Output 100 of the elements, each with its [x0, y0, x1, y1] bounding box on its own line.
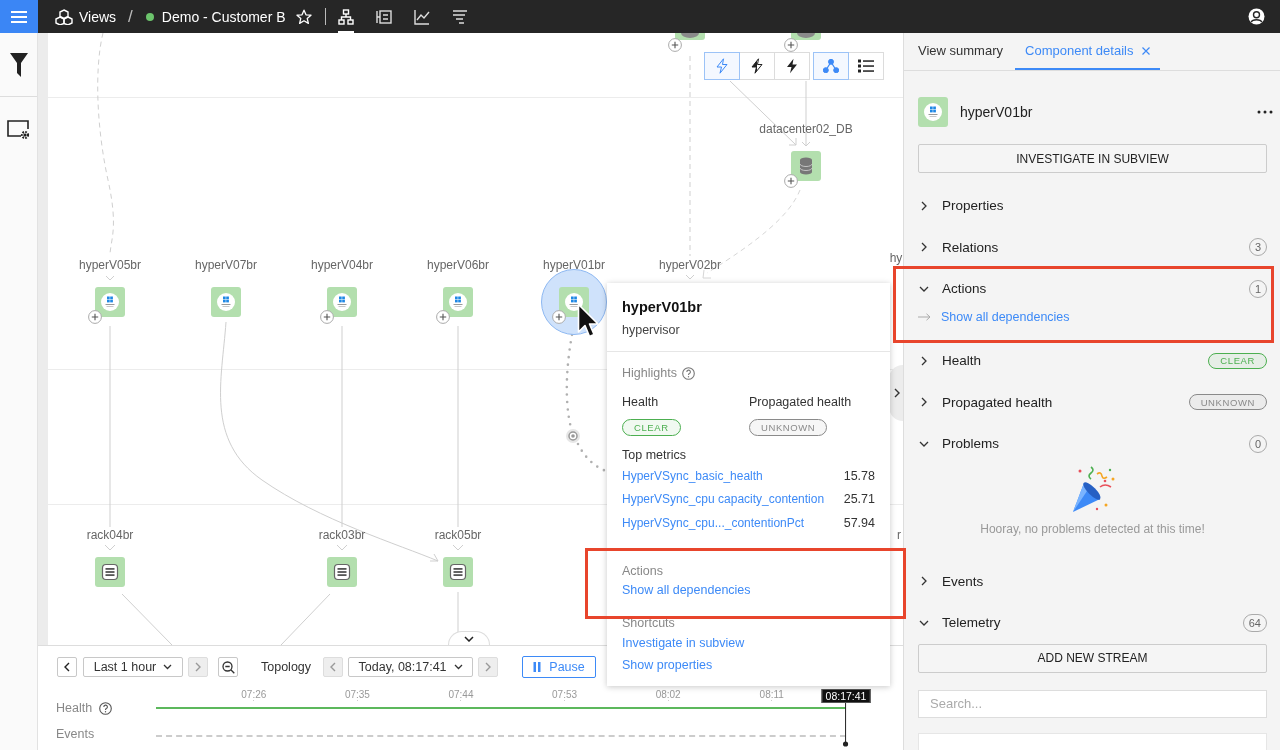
- time-dropdown[interactable]: Today, 08:17:41: [348, 657, 474, 677]
- node-label: hyperV07br: [195, 257, 257, 273]
- collapse-tab[interactable]: [448, 631, 490, 645]
- status-chip: CLEAR: [622, 419, 681, 436]
- list-button[interactable]: [848, 52, 884, 80]
- database-node[interactable]: [791, 151, 821, 181]
- node-label: hyperV02br: [659, 257, 721, 273]
- four-pane-logo-icon: [449, 293, 467, 311]
- section-heading: Actions: [622, 562, 664, 579]
- section-heading: Shortcuts: [622, 614, 676, 631]
- metric-value: 57.94: [843, 515, 875, 530]
- section-header[interactable]: Events: [918, 560, 1267, 602]
- node-label: hyperV05br: [79, 257, 141, 273]
- popup-title: hyperV01br: [622, 298, 703, 316]
- more-options-icon[interactable]: [1257, 110, 1273, 114]
- shortcut-link[interactable]: Show properties: [622, 654, 713, 675]
- database-node[interactable]: [791, 33, 821, 40]
- metric-link[interactable]: HyperVSync_cpu capacity_contention: [622, 492, 825, 507]
- zoom-out-button[interactable]: [218, 657, 238, 677]
- lightning-icon: [750, 58, 764, 74]
- current-time-label: 08:17:41: [821, 689, 871, 703]
- shortcut-link[interactable]: Investigate in subview: [622, 632, 745, 653]
- menu-button[interactable]: [0, 0, 38, 33]
- axis-tick-label: 07:35: [344, 689, 370, 700]
- pause-icon: [533, 662, 542, 672]
- row-label: Health: [56, 701, 93, 715]
- action-link[interactable]: Show all dependencies: [622, 580, 751, 599]
- node-label: hyperV01br: [543, 257, 605, 273]
- bolt-half-button[interactable]: [739, 52, 775, 80]
- hypervisor-node[interactable]: [95, 287, 125, 317]
- metric-value: 15.78: [843, 468, 875, 483]
- axis-tick-label: 08:11: [759, 689, 784, 700]
- help-icon[interactable]: [99, 701, 113, 715]
- plus-icon[interactable]: [784, 174, 798, 188]
- database-node[interactable]: [675, 33, 705, 40]
- line-chart-icon: [413, 8, 430, 25]
- four-pane-logo-icon: [924, 103, 942, 121]
- rack-node[interactable]: [95, 557, 125, 587]
- component-name: hyperV01br: [960, 104, 1033, 120]
- section-header[interactable]: Health CLEAR: [918, 340, 1267, 382]
- plus-icon[interactable]: [436, 310, 450, 324]
- section-header[interactable]: Propagated health UNKNOWN: [918, 381, 1267, 423]
- list-icon: [858, 59, 874, 73]
- axis-tick-label: 07:26: [241, 689, 267, 700]
- plus-icon[interactable]: [552, 310, 566, 324]
- help-icon[interactable]: [681, 366, 695, 380]
- node-label: hy: [889, 250, 903, 266]
- hypervisor-node[interactable]: [211, 287, 241, 317]
- view-title: Demo - Customer B: [161, 8, 286, 25]
- views-link[interactable]: Views: [55, 8, 117, 25]
- investigate-button[interactable]: INVESTIGATE IN SUBVIEW: [918, 144, 1267, 173]
- plus-icon[interactable]: [320, 310, 334, 324]
- cubes-icon: [55, 8, 73, 25]
- hierarchy-icon: [337, 8, 354, 25]
- pause-button[interactable]: Pause: [522, 656, 597, 678]
- previous-range-button[interactable]: [57, 657, 77, 677]
- metric-link[interactable]: HyperVSync_cpu..._contentionPct: [622, 515, 805, 530]
- status-chip: UNKNOWN: [749, 419, 828, 436]
- rack-node[interactable]: [443, 557, 473, 587]
- bolt-solid-button[interactable]: [774, 52, 810, 80]
- metric-link[interactable]: HyperVSync_basic_health: [622, 468, 763, 483]
- node-label: rack05br: [434, 527, 482, 543]
- filter-icon[interactable]: [9, 52, 28, 77]
- section-header[interactable]: Relations 3: [918, 226, 1267, 268]
- node-label: r: [897, 527, 901, 543]
- ring-icon: [566, 429, 580, 443]
- section-header[interactable]: Problems 0: [918, 423, 1267, 465]
- node-label: rack03br: [318, 527, 366, 543]
- plus-icon[interactable]: [88, 310, 102, 324]
- axis-tick-label: 08:02: [655, 689, 681, 700]
- add-stream-button[interactable]: ADD NEW STREAM: [918, 643, 1267, 673]
- chevron-left-icon: [330, 662, 337, 672]
- star-icon[interactable]: [295, 8, 312, 25]
- connector-line: [280, 593, 331, 645]
- status-chip: CLEAR: [1208, 352, 1267, 369]
- chevron-right-icon: [919, 200, 929, 211]
- menu-icon: [11, 10, 27, 23]
- monitor-gear-icon[interactable]: [7, 120, 30, 140]
- hypervisor-node[interactable]: [443, 287, 473, 317]
- panel-tab[interactable]: View summary: [908, 33, 1013, 70]
- section-header[interactable]: Actions 1: [918, 268, 1267, 310]
- chevron-right-icon: [919, 397, 929, 408]
- hypervisor-node[interactable]: [327, 287, 357, 317]
- graph-nodes-icon: [823, 59, 839, 73]
- server-rack-icon: [333, 563, 351, 581]
- section-header[interactable]: Properties: [918, 185, 1267, 227]
- search-field[interactable]: Search...: [918, 689, 1267, 718]
- user-avatar-icon[interactable]: [1248, 8, 1265, 25]
- rack-node[interactable]: [327, 557, 357, 587]
- database-icon: [799, 157, 813, 175]
- plus-icon[interactable]: [784, 38, 798, 52]
- range-dropdown[interactable]: Last 1 hour: [83, 657, 183, 677]
- node-label: rack04br: [86, 527, 134, 543]
- lightning-icon: [715, 58, 729, 74]
- close-icon[interactable]: [1142, 46, 1151, 55]
- section-header[interactable]: Telemetry 64: [918, 602, 1267, 644]
- row-label: Events: [56, 727, 95, 741]
- node-label: hyperV06br: [427, 257, 489, 273]
- plus-icon[interactable]: [668, 38, 682, 52]
- chevron-right-icon: [919, 242, 929, 253]
